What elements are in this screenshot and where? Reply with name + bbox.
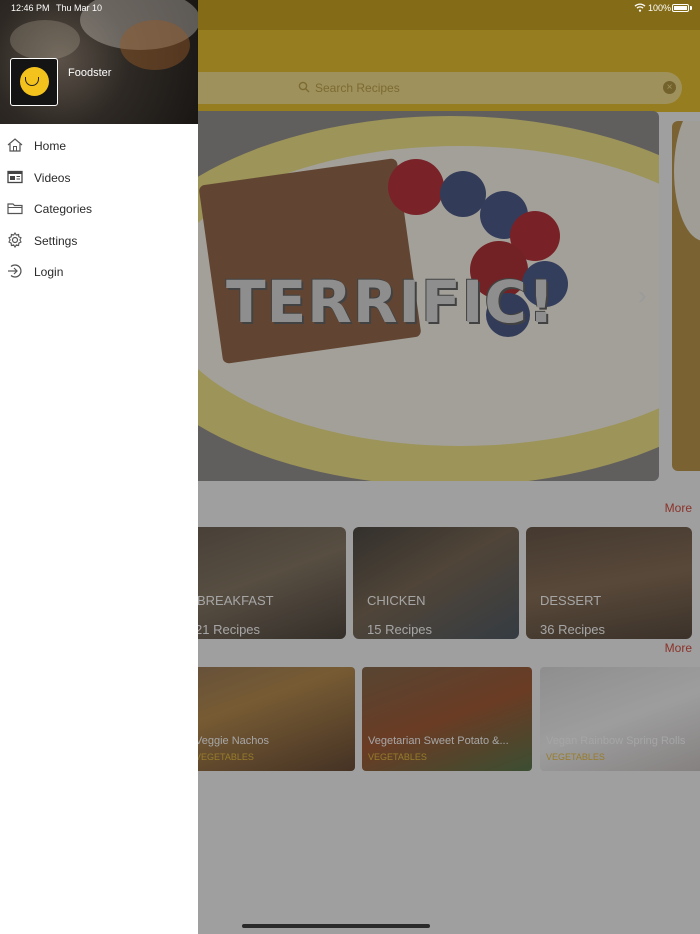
battery-icon: [672, 4, 689, 12]
status-bar: 12:46 PM Thu Mar 10 100%: [0, 0, 700, 18]
status-date: Thu Mar 10: [56, 3, 103, 13]
menu-item-label: Settings: [34, 233, 78, 248]
folder-icon: [7, 203, 23, 215]
home-icon: [7, 138, 23, 152]
menu-item-label: Login: [34, 265, 64, 279]
menu-item-label: Home: [34, 139, 67, 153]
menu-item-home[interactable]: Home: [0, 130, 198, 162]
video-icon: [7, 170, 23, 183]
menu-item-label: Categories: [34, 202, 93, 216]
menu-item-settings[interactable]: Settings: [0, 225, 198, 257]
status-time: 12:46 PM: [11, 3, 50, 13]
menu-item-videos[interactable]: Videos: [0, 162, 198, 194]
wifi-icon: [634, 3, 646, 12]
menu-item-login[interactable]: Login: [0, 256, 198, 288]
drawer-menu: Home Videos Categories Settings Login: [0, 130, 198, 288]
pot-icon: [25, 77, 39, 86]
login-icon: [8, 264, 22, 278]
gear-icon: [8, 231, 22, 248]
battery-percent: 100%: [648, 3, 672, 13]
home-indicator[interactable]: [242, 924, 430, 928]
menu-item-categories[interactable]: Categories: [0, 193, 198, 225]
drawer-header: Foodster: [0, 0, 198, 124]
navigation-drawer: Foodster Home Videos Categories Settings…: [0, 0, 198, 934]
logo-emblem: [20, 67, 49, 96]
app-name: Foodster: [68, 67, 112, 79]
menu-item-label: Videos: [34, 170, 71, 185]
app-logo: [10, 58, 58, 106]
